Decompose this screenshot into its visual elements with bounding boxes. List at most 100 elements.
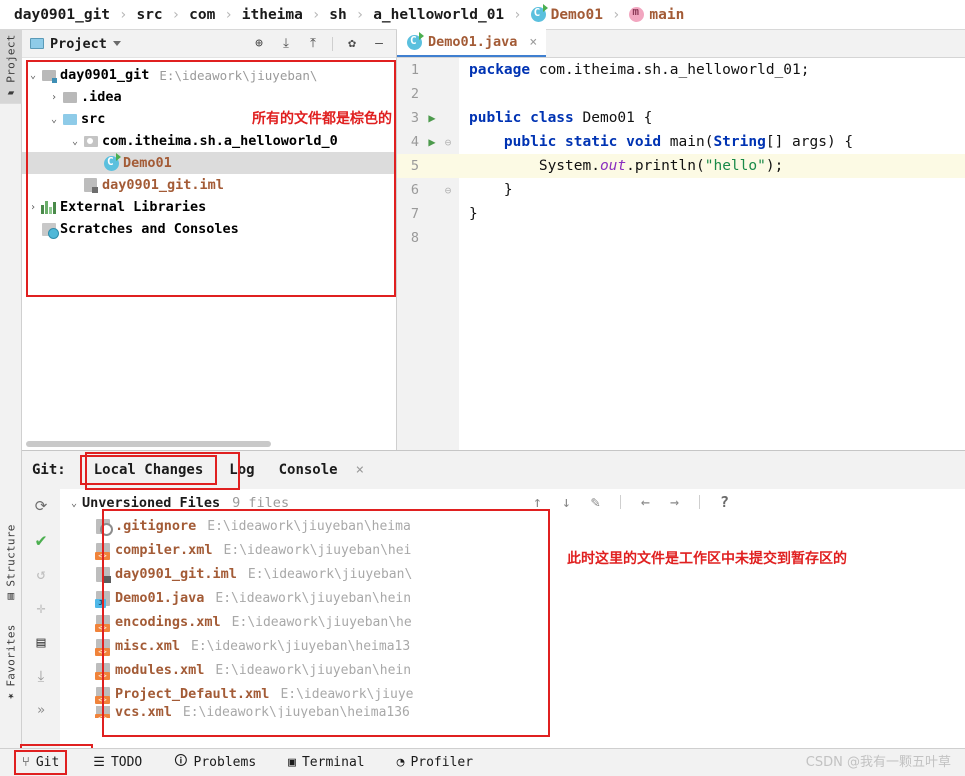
chevron-right-icon[interactable]: ›	[26, 202, 40, 213]
arrow-up-icon[interactable]: ↑	[533, 493, 542, 511]
code-line[interactable]	[459, 226, 965, 250]
statusbar-item-terminal[interactable]: ▣ Terminal	[282, 752, 370, 773]
help-icon[interactable]: ?	[720, 493, 729, 511]
statusbar-item-label: Profiler	[410, 755, 474, 770]
arrow-right-icon[interactable]: →	[670, 493, 679, 511]
breadcrumb-separator: ›	[311, 6, 321, 23]
chevron-down-icon[interactable]: ⌄	[68, 136, 82, 147]
tree-item-scratches-and-consoles[interactable]: Scratches and Consoles	[22, 218, 396, 240]
gutter-line: 4 ▶ ⊖	[397, 130, 459, 154]
breadcrumb-item-src[interactable]: src	[136, 7, 162, 23]
tab-log[interactable]: Log	[217, 457, 266, 483]
tab-local-changes[interactable]: Local Changes	[79, 455, 218, 485]
changed-file-row[interactable]: modules.xml E:\ideawork\jiuyeban\hein	[60, 658, 965, 682]
library-icon	[41, 200, 56, 214]
toolbar-divider	[332, 36, 333, 51]
statusbar-item-profiler[interactable]: ◔ Profiler	[391, 752, 479, 773]
tree-item-day0901-git-iml[interactable]: day0901_git.iml	[22, 174, 396, 196]
unversioned-files-group[interactable]: ⌄ Unversioned Files 9 files	[60, 492, 965, 514]
breadcrumb-item-main[interactable]: main	[629, 5, 684, 23]
changed-file-row[interactable]: Demo01.java E:\ideawork\jiuyeban\hein	[60, 586, 965, 610]
code-token: }	[469, 182, 513, 198]
minimize-icon[interactable]: —	[371, 36, 387, 52]
more-icon[interactable]: »	[31, 700, 51, 720]
rail-tab-favorites[interactable]: ★ Favorites	[0, 620, 22, 708]
code-text[interactable]: package com.itheima.sh.a_helloworld_01;p…	[459, 58, 965, 450]
problems-info-icon: 🛈	[174, 753, 188, 769]
git-branch-icon: ⑂	[22, 755, 30, 770]
tree-item-icon	[61, 91, 78, 103]
code-token: out	[599, 158, 627, 174]
code-line[interactable]: package com.itheima.sh.a_helloworld_01;	[459, 58, 965, 82]
chevron-down-icon[interactable]: ⌄	[26, 70, 40, 81]
breadcrumb-item-sh[interactable]: sh	[329, 7, 346, 23]
code-line[interactable]: System. out .println("hello");	[459, 154, 965, 178]
breadcrumb-item-a-helloworld-01[interactable]: a_helloworld_01	[373, 7, 504, 23]
arrow-left-icon[interactable]: ←	[641, 493, 650, 511]
changed-file-row[interactable]: vcs.xml E:\ideawork\jiuyeban\heima136	[60, 706, 965, 718]
project-tree: ⌄ day0901_git E:\ideawork\jiuyeban\ › .idea ⌄…	[22, 58, 396, 240]
expand-all-icon[interactable]: ⤓	[278, 36, 294, 52]
code-line[interactable]: public static void main(String[] args) {	[459, 130, 965, 154]
refresh-icon[interactable]: ⟳	[31, 496, 51, 516]
code-line[interactable]	[459, 82, 965, 106]
breadcrumb-item-itheima[interactable]: itheima	[242, 7, 303, 23]
fold-icon[interactable]: ⊖	[441, 184, 455, 197]
breadcrumb-item-demo01[interactable]: Demo01	[530, 4, 603, 23]
git-panel-body: ⟳ ✔ ↺ ✛ ▤ ⤓ » ⌄ Unversioned Files 9 file…	[22, 489, 965, 756]
breadcrumb-label: day0901_git	[14, 6, 111, 23]
statusbar-item-todo[interactable]: ☰ TODO	[87, 752, 148, 773]
locate-icon[interactable]: ⊕	[251, 36, 267, 52]
tree-item-day0901-git[interactable]: ⌄ day0901_git E:\ideawork\jiuyeban\	[22, 64, 396, 86]
folder-icon: ▰	[4, 86, 18, 100]
changed-file-name: compiler.xml	[115, 542, 213, 558]
arrow-down-icon[interactable]: ↓	[562, 493, 571, 511]
statusbar-item-problems[interactable]: 🛈 Problems	[168, 749, 262, 776]
changed-file-row[interactable]: .gitignore E:\ideawork\jiuyeban\heima	[60, 514, 965, 538]
close-icon[interactable]: ×	[529, 35, 537, 50]
changed-file-row[interactable]: misc.xml E:\ideawork\jiuyeban\heima13	[60, 634, 965, 658]
chevron-down-icon[interactable]: ⌄	[47, 114, 61, 125]
tree-item-com-itheima-sh-a-helloworld-0[interactable]: ⌄ com.itheima.sh.a_helloworld_0	[22, 130, 396, 152]
chevron-right-icon[interactable]: ›	[47, 92, 61, 103]
tree-item--idea[interactable]: › .idea	[22, 86, 396, 108]
changed-file-path: E:\ideawork\jiuyeban\	[247, 566, 413, 582]
breadcrumb-label: Demo01	[550, 6, 603, 23]
code-line[interactable]: public class Demo01 {	[459, 106, 965, 130]
shelve-icon[interactable]: ▤	[31, 632, 51, 652]
run-gutter-icon[interactable]: ▶	[423, 135, 441, 149]
chevron-down-icon[interactable]: ⌄	[66, 498, 82, 509]
gutter-line: 2	[397, 82, 459, 106]
run-gutter-icon[interactable]: ▶	[423, 111, 441, 125]
tree-item-demo01[interactable]: Demo01	[22, 152, 396, 174]
code-token: );	[765, 158, 784, 174]
rail-tab-structure[interactable]: ▥ Structure	[0, 520, 22, 608]
rollback-icon[interactable]: ↺	[31, 564, 51, 584]
collapse-all-icon[interactable]: ⤒	[305, 36, 321, 52]
package-icon	[83, 135, 98, 147]
editor-tab-demo01[interactable]: Demo01.java ×	[397, 29, 547, 57]
collapse-icon[interactable]: ✛	[31, 598, 51, 618]
statusbar-item-git[interactable]: ⑂ Git	[14, 750, 68, 775]
xml-file-icon	[95, 662, 110, 680]
breadcrumb-item-day0901-git[interactable]: day0901_git	[14, 7, 110, 23]
chevron-down-icon[interactable]	[112, 41, 121, 46]
tree-item-external-libraries[interactable]: › External Libraries	[22, 196, 396, 218]
code-line[interactable]: }	[459, 178, 965, 202]
project-scrollbar[interactable]	[26, 441, 271, 447]
tab-console[interactable]: Console	[267, 457, 350, 483]
code-line[interactable]: }	[459, 202, 965, 226]
annotation-workspace-note: 此时这里的文件是工作区中未提交到暂存区的	[567, 551, 847, 567]
download-icon[interactable]: ⤓	[31, 666, 51, 686]
commit-check-icon[interactable]: ✔	[31, 530, 51, 551]
changed-file-row[interactable]: Project_Default.xml E:\ideawork\jiuye	[60, 682, 965, 706]
changed-file-row[interactable]: encodings.xml E:\ideawork\jiuyeban\he	[60, 610, 965, 634]
settings-gear-icon[interactable]: ✿	[344, 36, 360, 52]
close-icon[interactable]: ×	[356, 462, 364, 478]
breadcrumb-item-com[interactable]: com	[189, 7, 215, 23]
edit-pencil-icon[interactable]: ✎	[591, 493, 600, 511]
gitignore-file-icon	[96, 518, 113, 536]
gutter-line: 8	[397, 226, 459, 250]
fold-icon[interactable]: ⊖	[441, 136, 455, 149]
rail-tab-project[interactable]: ▰ Project	[0, 30, 22, 104]
